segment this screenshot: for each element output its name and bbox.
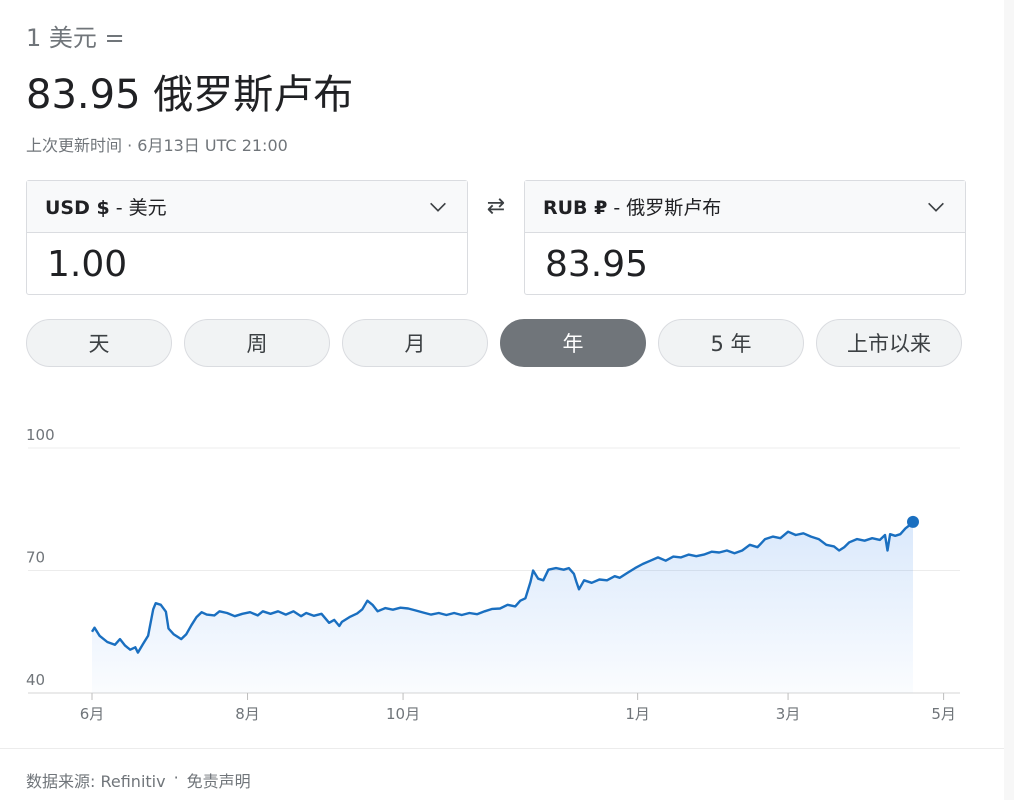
x-tick-label: 6月 — [80, 705, 105, 723]
from-currency-select[interactable]: USD $ - 美元 — [27, 181, 467, 233]
tab-week[interactable]: 周 — [184, 319, 330, 367]
to-currency-box: RUB ₽ - 俄罗斯卢布 83.95 — [524, 180, 966, 295]
data-source-text: 数据来源: Refinitiv — [26, 772, 166, 791]
from-currency-box: USD $ - 美元 1.00 — [26, 180, 468, 295]
to-currency-select[interactable]: RUB ₽ - 俄罗斯卢布 — [525, 181, 965, 233]
from-amount-input[interactable]: 1.00 — [27, 233, 467, 295]
y-tick-label: 70 — [26, 549, 45, 567]
tab-month[interactable]: 月 — [342, 319, 488, 367]
from-currency-label: USD $ - 美元 — [45, 193, 167, 220]
converted-amount-heading: 83.95 俄罗斯卢布 — [26, 72, 354, 118]
tab-year[interactable]: 年 — [500, 319, 646, 367]
to-amount-input[interactable]: 83.95 — [525, 233, 965, 295]
x-tick-label: 5月 — [931, 705, 956, 723]
y-tick-label: 100 — [26, 426, 55, 444]
disclaimer-link[interactable]: 免责声明 — [187, 768, 251, 792]
series-endpoint[interactable] — [907, 515, 919, 528]
exchange-rate-chart: 100 70 40 6月 8月 10月 1月 3月 5月 — [26, 426, 960, 723]
footer: 数据来源: Refinitiv · 免责声明 — [26, 768, 251, 792]
to-currency-code: RUB ₽ — [543, 197, 608, 219]
x-tick-label: 3月 — [776, 705, 801, 723]
chevron-down-icon — [928, 202, 944, 212]
from-currency-sep: - — [115, 197, 123, 219]
tab-day[interactable]: 天 — [26, 319, 172, 367]
to-currency-sep: - — [613, 197, 621, 219]
x-tick-label: 10月 — [386, 705, 420, 723]
tab-since-listing[interactable]: 上市以来 — [816, 319, 962, 367]
page-edge — [1004, 0, 1014, 800]
swap-arrows-icon[interactable]: ⇄ — [482, 192, 510, 220]
from-currency-name: 美元 — [128, 197, 167, 219]
to-currency-label: RUB ₽ - 俄罗斯卢布 — [543, 193, 721, 220]
chevron-down-icon — [430, 202, 446, 212]
footer-divider — [0, 748, 1004, 749]
tab-5-years[interactable]: 5 年 — [658, 319, 804, 367]
x-tick-label: 8月 — [235, 705, 260, 723]
footer-dot: · — [173, 768, 179, 787]
last-updated-text: 上次更新时间 · 6月13日 UTC 21:00 — [26, 136, 288, 155]
from-currency-code: USD $ — [45, 197, 110, 219]
to-currency-name: 俄罗斯卢布 — [626, 197, 722, 219]
y-tick-label: 40 — [26, 671, 45, 689]
from-amount-label: 1 美元 = — [26, 24, 125, 52]
x-tick-label: 1月 — [625, 705, 650, 723]
